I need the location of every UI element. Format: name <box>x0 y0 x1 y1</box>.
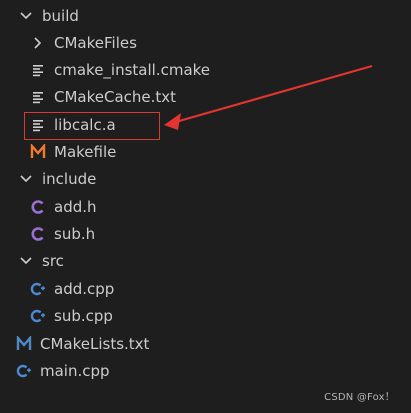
chevron-down-icon <box>18 253 34 269</box>
file-label: CMakeLists.txt <box>40 334 150 353</box>
file-label: add.cpp <box>54 279 115 298</box>
folder-label: build <box>42 6 79 25</box>
chevron-right-icon <box>30 35 46 51</box>
file-label: sub.cpp <box>54 306 113 325</box>
folder-cmakefiles[interactable]: CMakeFiles <box>0 30 411 56</box>
m-icon <box>16 336 32 352</box>
m-icon <box>30 144 46 160</box>
folder-label: CMakeFiles <box>54 33 137 52</box>
folder-include[interactable]: include <box>0 166 411 192</box>
folder-src[interactable]: src <box>0 248 411 274</box>
folder-label: src <box>42 251 64 270</box>
file-label: cmake_install.cmake <box>54 60 211 79</box>
file-label: main.cpp <box>40 361 110 380</box>
file-label: CMakeCache.txt <box>54 87 177 106</box>
cpp-icon <box>30 281 46 297</box>
file-main-cpp[interactable]: main.cpp <box>0 358 411 384</box>
file-explorer-tree: build CMakeFiles cmake_install.cmake CMa… <box>0 0 411 413</box>
file-sub-h[interactable]: sub.h <box>0 221 411 247</box>
file-add-h[interactable]: add.h <box>0 194 411 220</box>
chevron-down-icon <box>18 8 34 24</box>
file-label: add.h <box>54 197 97 216</box>
cpp-icon <box>30 308 46 324</box>
file-add-cpp[interactable]: add.cpp <box>0 276 411 302</box>
lines-icon <box>30 89 46 105</box>
highlight-box <box>24 112 160 140</box>
lines-icon <box>30 62 46 78</box>
file-label: Makefile <box>54 142 117 161</box>
file-cmakelists[interactable]: CMakeLists.txt <box>0 331 411 357</box>
c-icon <box>30 199 46 215</box>
file-cmakecache[interactable]: CMakeCache.txt <box>0 84 411 110</box>
file-sub-cpp[interactable]: sub.cpp <box>0 303 411 329</box>
folder-build[interactable]: build <box>0 3 411 29</box>
chevron-down-icon <box>18 171 34 187</box>
file-makefile[interactable]: Makefile <box>0 139 411 165</box>
file-label: sub.h <box>54 224 96 243</box>
cpp-icon <box>16 363 32 379</box>
c-icon <box>30 226 46 242</box>
file-cmake-install[interactable]: cmake_install.cmake <box>0 57 411 83</box>
folder-label: include <box>42 169 97 188</box>
watermark: CSDN @Fox！ <box>324 392 395 403</box>
